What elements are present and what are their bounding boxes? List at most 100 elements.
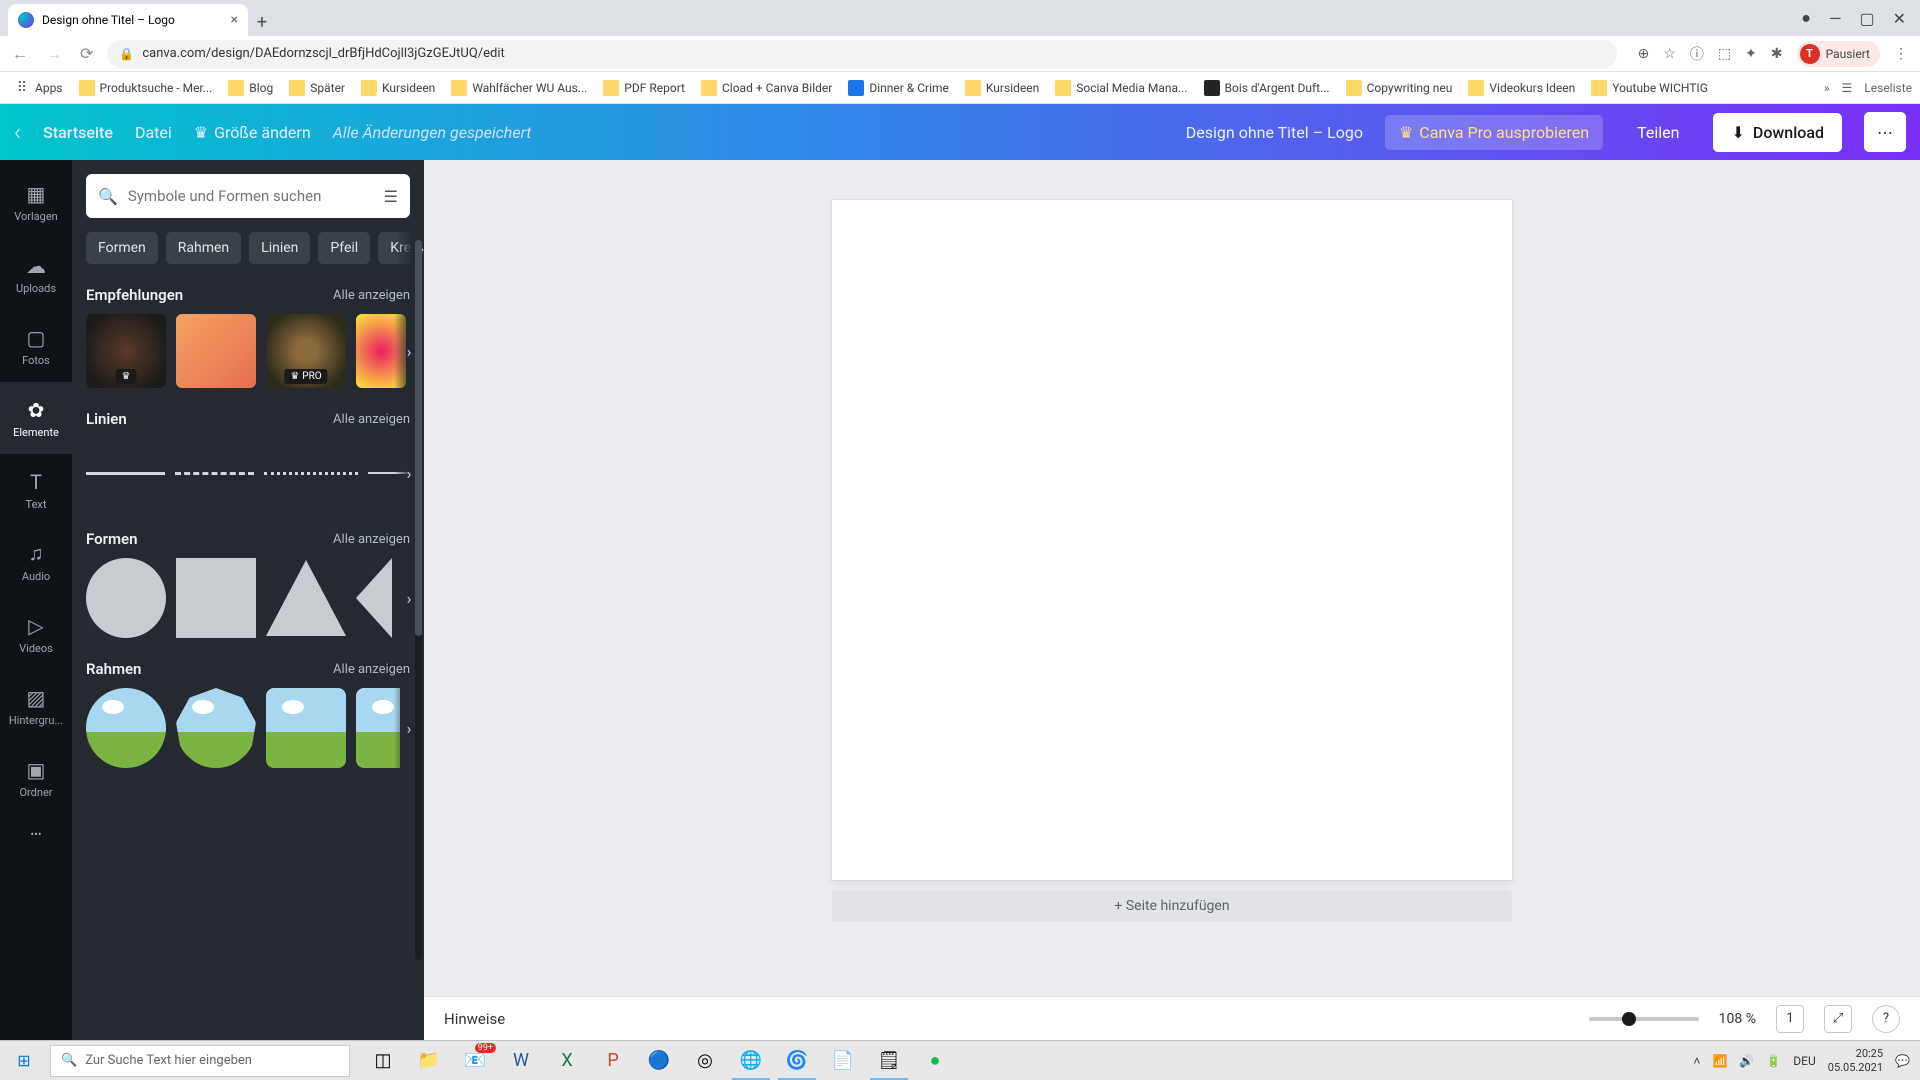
apps-shortcut[interactable]: ⠿Apps [8,76,69,100]
canva-back-button[interactable]: ‹ [14,118,21,146]
rail-audio[interactable]: ♫Audio [0,526,72,598]
search-input[interactable] [128,187,374,205]
help-button[interactable]: ? [1872,1005,1900,1033]
file-menu[interactable]: Datei [135,123,172,142]
rail-more[interactable]: ••• [0,814,72,854]
element-thumb[interactable]: ♛ [86,314,166,388]
chip-pfeil[interactable]: Pfeil [318,232,370,264]
canvas-page[interactable] [832,200,1512,880]
see-all-link[interactable]: Alle anzeigen [333,288,410,303]
close-tab-icon[interactable]: × [231,12,238,28]
bookmark-item[interactable]: Kursideen [959,76,1045,100]
scrollbar-thumb[interactable] [415,240,422,636]
see-all-link[interactable]: Alle anzeigen [333,532,410,547]
bookmark-item[interactable]: Blog [222,76,279,100]
bookmark-item[interactable]: Kursideen [355,76,441,100]
taskbar-search[interactable]: 🔍 Zur Suche Text hier eingeben [50,1045,350,1077]
line-dashed[interactable] [175,472,254,475]
shape-circle[interactable] [86,558,166,638]
add-page-button[interactable]: + Seite hinzufügen [832,890,1512,922]
bookmarks-overflow-icon[interactable]: » [1824,81,1830,95]
download-button[interactable]: ⬇Download [1713,113,1842,152]
extension-icon[interactable]: ⬚ [1718,46,1731,62]
zoom-slider[interactable] [1589,1017,1699,1021]
app-icon[interactable]: 📄 [820,1041,866,1080]
rail-elemente[interactable]: ✿Elemente [0,382,72,454]
bookmark-item[interactable]: Produktsuche - Mer... [73,76,219,100]
tray-chevron-icon[interactable]: ˄ [1693,1054,1700,1068]
bookmark-item[interactable]: Später [283,76,351,100]
notes-toggle[interactable]: Hinweise [444,1010,505,1028]
kebab-menu-icon[interactable]: ⋮ [1894,46,1908,62]
rail-fotos[interactable]: ▢Fotos [0,310,72,382]
profile-chip[interactable]: T Pausiert [1797,41,1880,67]
url-field[interactable]: 🔒 canva.com/design/DAEdornzscjl_drBfjHdC… [107,40,1617,68]
home-link[interactable]: Startseite [43,123,113,142]
chip-formen[interactable]: Formen [86,232,158,264]
bookmark-item[interactable]: Wahlfächer WU Aus... [445,76,593,100]
reading-list-label[interactable]: Leseliste [1864,81,1912,95]
shape-square[interactable] [176,558,256,638]
shape-triangle[interactable] [266,560,346,636]
chrome-icon[interactable]: 🌐 [728,1041,774,1080]
battery-icon[interactable]: 🔋 [1766,1054,1781,1068]
rail-hintergrund[interactable]: ▨Hintergru... [0,670,72,742]
see-all-link[interactable]: Alle anzeigen [333,662,410,677]
spotify-icon[interactable]: ● [912,1041,958,1080]
reading-list-icon[interactable]: ☰ [1842,81,1853,95]
file-explorer-icon[interactable]: 📁 [406,1041,452,1080]
page-count-button[interactable]: 1 [1776,1005,1804,1033]
wifi-icon[interactable]: 📶 [1712,1054,1727,1068]
filter-icon[interactable]: ☰ [384,187,398,206]
try-pro-button[interactable]: ♛Canva Pro ausprobieren [1385,115,1603,150]
forward-icon[interactable]: → [42,40,66,68]
gtranslate-icon[interactable]: ⓘ [1690,44,1704,64]
minimize-icon[interactable]: — [1829,9,1842,28]
shape-diamond[interactable] [356,558,392,638]
zoom-chrome-icon[interactable]: ⊕ [1638,46,1650,62]
document-title[interactable]: Design ohne Titel – Logo [1186,123,1363,142]
line-solid[interactable] [86,472,165,475]
see-all-link[interactable]: Alle anzeigen [333,412,410,427]
bookmark-item[interactable]: Videokurs Ideen [1462,76,1581,100]
bookmark-item[interactable]: Social Media Mana... [1049,76,1193,100]
back-icon[interactable]: ← [8,40,32,68]
panel-scrollbar[interactable] [415,240,422,960]
bookmark-item[interactable]: Youtube WICHTIG [1585,76,1714,100]
chip-rahmen[interactable]: Rahmen [166,232,241,264]
volume-icon[interactable]: 🔊 [1739,1054,1754,1068]
bookmark-item[interactable]: Copywriting neu [1340,76,1459,100]
rail-videos[interactable]: ▷Videos [0,598,72,670]
clock[interactable]: 20:25 05.05.2021 [1828,1047,1883,1073]
element-thumb[interactable] [176,314,256,388]
bookmark-item[interactable]: Cload + Canva Bilder [695,76,838,100]
bookmark-item[interactable]: Bois d'Argent Duft... [1198,76,1336,100]
more-menu-button[interactable]: ⋯ [1864,112,1906,152]
close-window-icon[interactable]: ✕ [1893,9,1906,28]
rail-uploads[interactable]: ☁Uploads [0,238,72,310]
start-button[interactable]: ⊞ [0,1041,48,1080]
share-button[interactable]: Teilen [1625,115,1691,150]
app-icon[interactable]: 🔵 [636,1041,682,1080]
elements-search[interactable]: 🔍 ☰ [86,174,410,218]
maximize-icon[interactable]: ▢ [1859,9,1874,28]
rail-vorlagen[interactable]: ▦Vorlagen [0,166,72,238]
bookmark-item[interactable]: Dinner & Crime [842,76,955,100]
edge-icon[interactable]: 🌀 [774,1041,820,1080]
element-thumb[interactable]: ♛PRO [266,314,346,388]
new-tab-button[interactable]: + [248,8,276,36]
excel-icon[interactable]: X [544,1041,590,1080]
browser-tab[interactable]: Design ohne Titel – Logo × [8,4,248,36]
mail-icon[interactable]: 📧99+ [452,1041,498,1080]
fullscreen-button[interactable]: ⤢ [1824,1005,1852,1033]
frame-circle[interactable] [86,688,166,768]
chip-linien[interactable]: Linien [249,232,310,264]
account-dot-icon[interactable]: ● [1801,8,1811,28]
word-icon[interactable]: W [498,1041,544,1080]
notifications-icon[interactable]: 💬 [1895,1054,1910,1068]
extensions-menu-icon[interactable]: ✱ [1771,46,1783,62]
app-icon[interactable]: 🗒 [866,1041,912,1080]
powerpoint-icon[interactable]: P [590,1041,636,1080]
frame-rounded[interactable] [266,688,346,768]
star-icon[interactable]: ☆ [1663,46,1676,62]
